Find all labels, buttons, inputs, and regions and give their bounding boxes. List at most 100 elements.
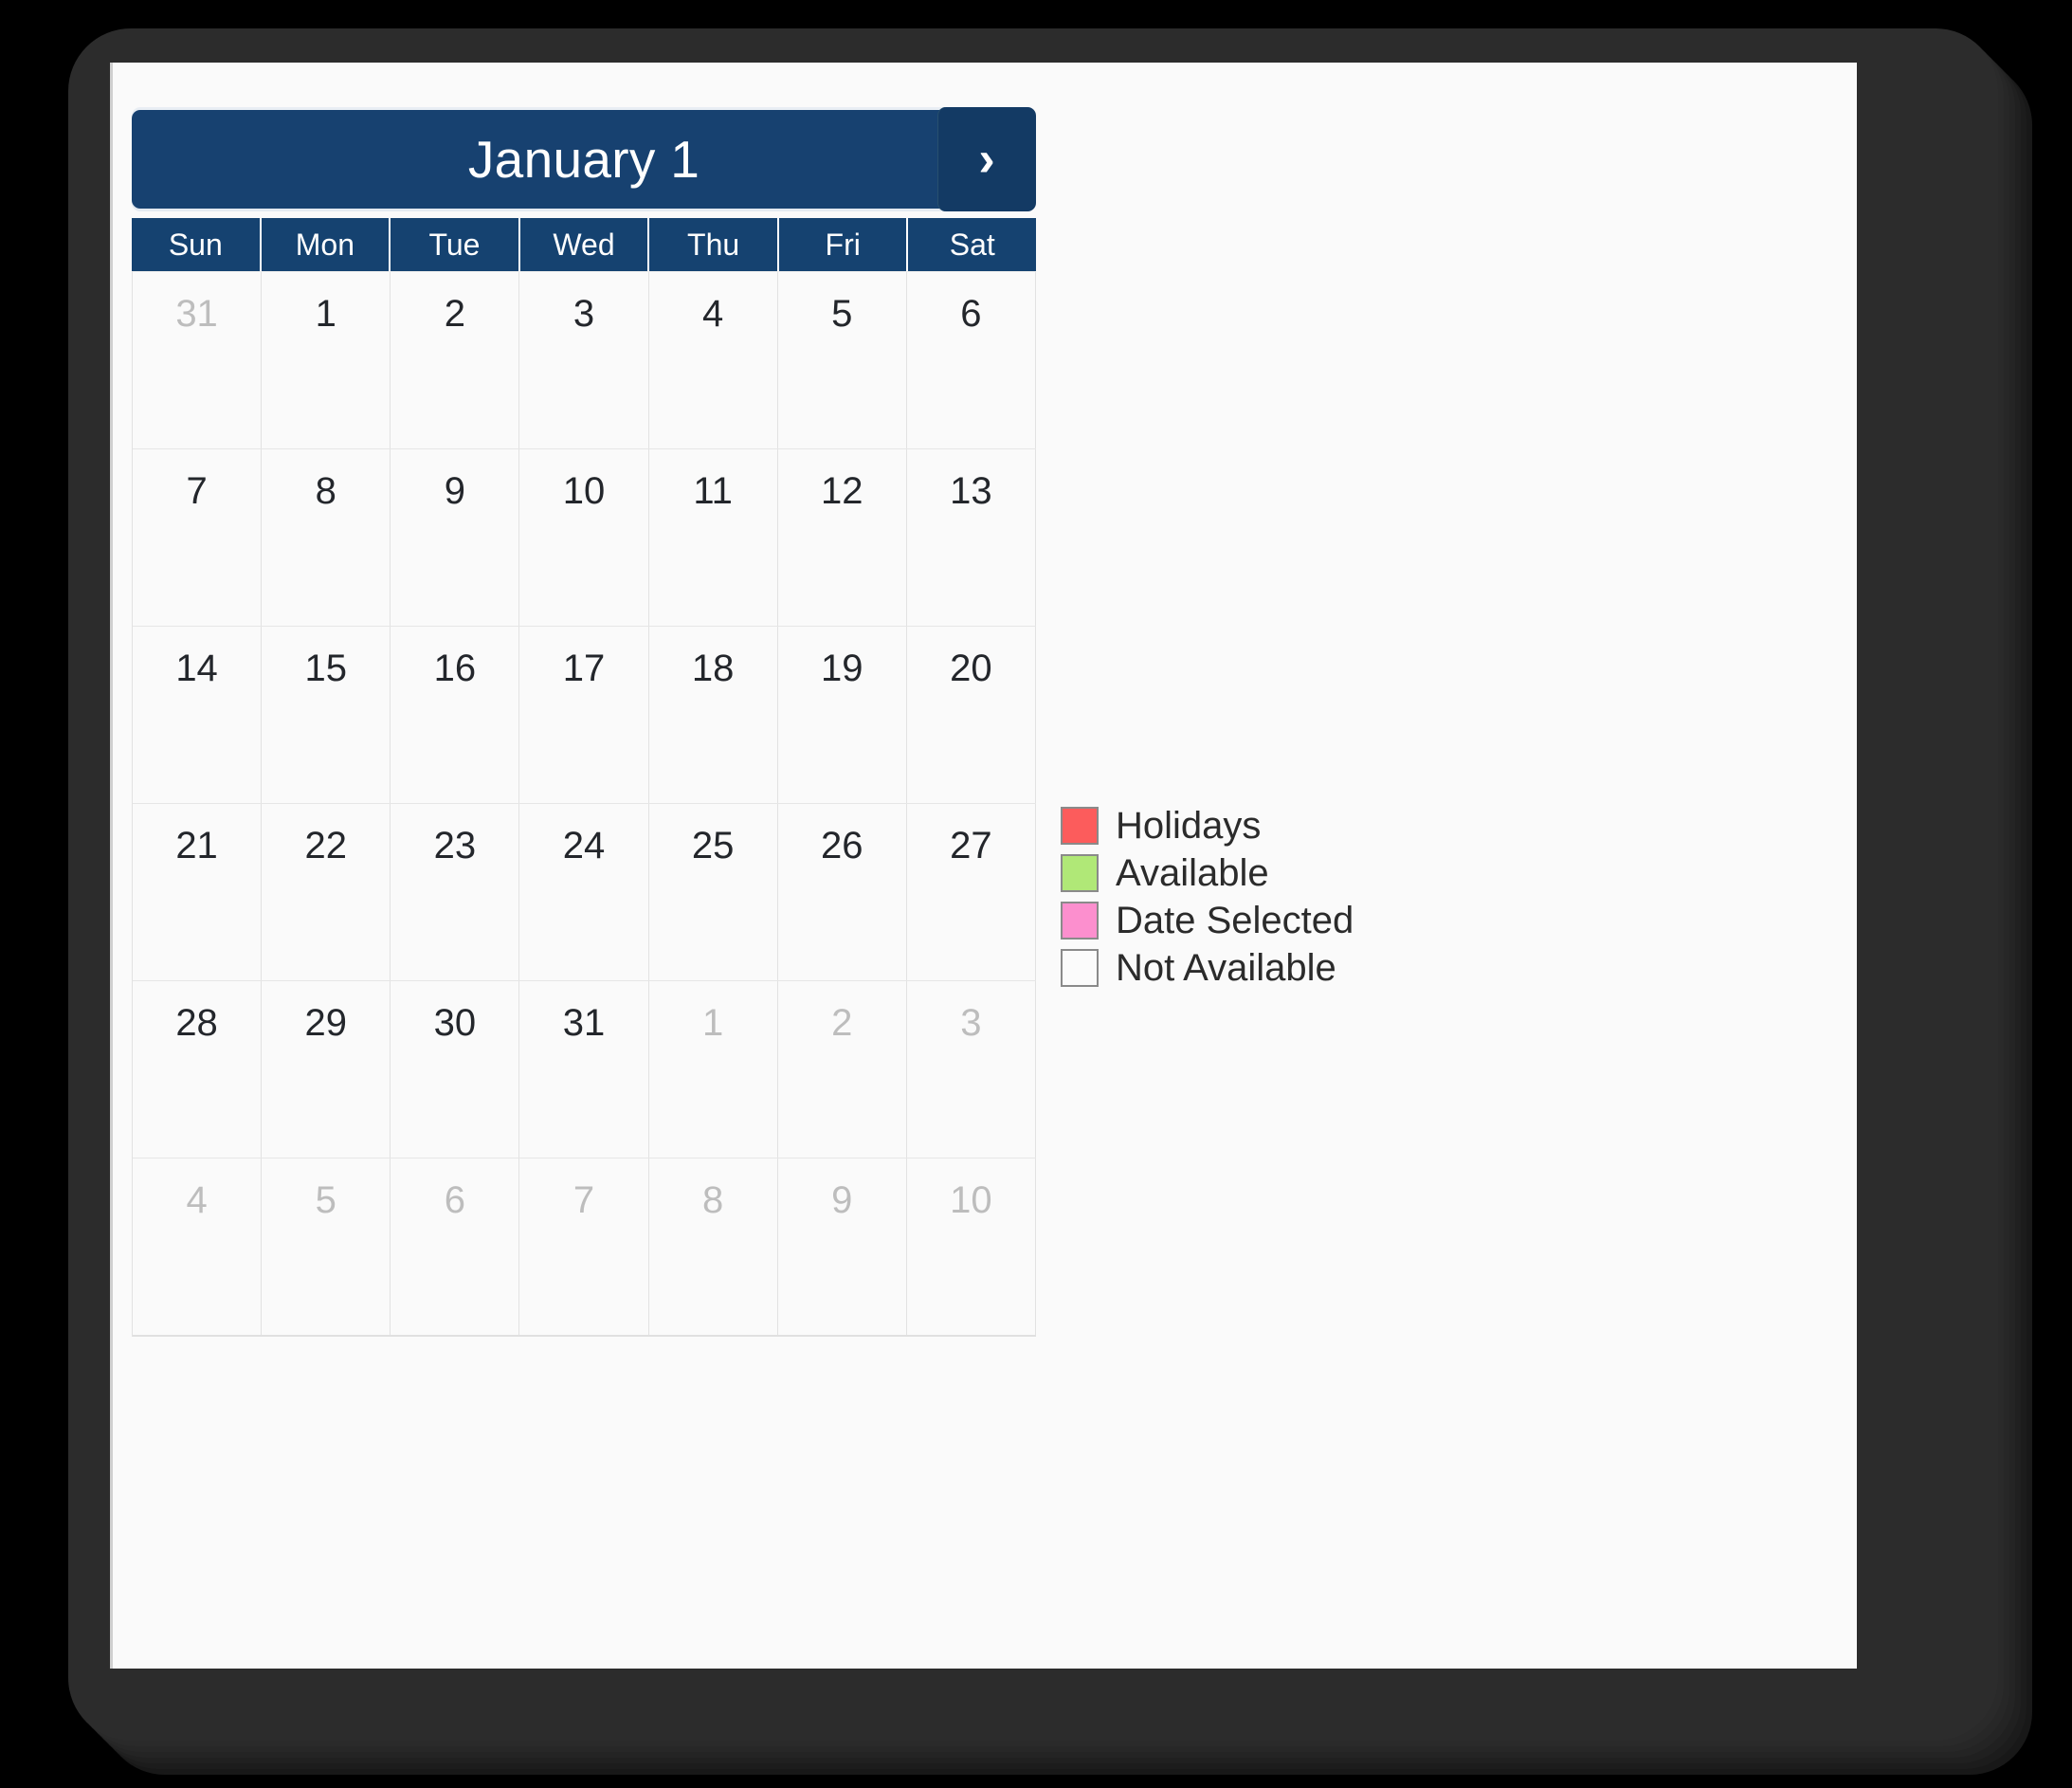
calendar-day-cell[interactable]: 25	[648, 804, 778, 980]
day-number: 19	[821, 648, 863, 689]
day-number: 15	[304, 648, 347, 689]
weekday-header-fri: Fri	[778, 218, 909, 271]
legend-item: Date Selected	[1061, 897, 1554, 944]
weekday-header-sun: Sun	[132, 218, 262, 271]
calendar-day-cell[interactable]: 1	[648, 981, 778, 1158]
calendar-day-cell[interactable]: 13	[906, 449, 1036, 626]
day-number: 28	[175, 1002, 218, 1044]
day-number: 23	[433, 825, 477, 867]
calendar-day-cell[interactable]: 23	[391, 804, 520, 980]
next-month-button[interactable]: ›	[937, 107, 1036, 211]
page-surface: January 1 › Sun Mon Tue Wed Thu Fri Sat 31 1 2 3 4…	[110, 63, 1857, 1669]
day-number: 4	[186, 1179, 208, 1221]
calendar-day-cell[interactable]: 3	[519, 272, 649, 448]
calendar-week-row: 7 8 9 10 11 12 13	[133, 449, 1036, 627]
calendar-day-cell[interactable]: 6	[391, 1159, 520, 1335]
calendar-day-cell[interactable]: 10	[519, 449, 649, 626]
day-number: 24	[562, 825, 606, 867]
calendar-week-row: 4 5 6 7 8 9 10	[133, 1159, 1036, 1337]
day-number: 2	[444, 293, 465, 335]
calendar-day-cell[interactable]: 2	[391, 272, 520, 448]
calendar-day-cell[interactable]: 5	[777, 272, 907, 448]
day-number: 17	[562, 648, 606, 689]
legend-color-swatch	[1061, 854, 1099, 892]
calendar-day-cell[interactable]: 8	[262, 449, 391, 626]
weekday-header-mon: Mon	[261, 218, 391, 271]
calendar-day-cell[interactable]: 9	[391, 449, 520, 626]
calendar-week-row: 14 15 16 17 18 19 20	[133, 627, 1036, 804]
legend-color-swatch	[1061, 807, 1099, 845]
calendar-day-cell[interactable]: 8	[648, 1159, 778, 1335]
calendar-day-cell[interactable]: 26	[777, 804, 907, 980]
calendar-week-row: 28 29 30 31 1 2 3	[133, 981, 1036, 1159]
calendar-day-cell[interactable]: 30	[391, 981, 520, 1158]
weekday-header-row: Sun Mon Tue Wed Thu Fri Sat	[132, 218, 1037, 271]
calendar-day-cell[interactable]: 19	[777, 627, 907, 803]
day-number: 1	[702, 1002, 724, 1044]
day-number: 5	[315, 1179, 336, 1221]
day-number: 3	[960, 1002, 982, 1044]
calendar-day-cell[interactable]: 4	[648, 272, 778, 448]
calendar-day-cell[interactable]: 14	[133, 627, 263, 803]
calendar-day-cell[interactable]: 3	[906, 981, 1036, 1158]
calendar-day-cell[interactable]: 28	[133, 981, 263, 1158]
day-number: 30	[433, 1002, 477, 1044]
calendar-day-cell[interactable]: 2	[777, 981, 907, 1158]
calendar-day-cell[interactable]: 10	[906, 1159, 1036, 1335]
calendar-legend: Holidays Available Date Selected Not Availa…	[1061, 802, 1554, 992]
calendar-day-cell[interactable]: 29	[262, 981, 391, 1158]
calendar-day-cell[interactable]: 7	[519, 1159, 649, 1335]
calendar-day-cell[interactable]: 12	[777, 449, 907, 626]
day-number: 1	[315, 293, 336, 335]
calendar-day-cell[interactable]: 15	[262, 627, 391, 803]
day-number: 7	[573, 1179, 595, 1221]
calendar-day-cell[interactable]: 21	[133, 804, 263, 980]
day-number: 18	[691, 648, 735, 689]
day-number: 20	[950, 648, 992, 689]
day-number: 16	[433, 648, 477, 689]
calendar-day-cell[interactable]: 24	[519, 804, 649, 980]
day-number: 5	[831, 293, 853, 335]
legend-item: Not Available	[1061, 944, 1554, 992]
calendar-day-cell[interactable]: 5	[262, 1159, 391, 1335]
calendar-day-cell[interactable]: 22	[262, 804, 391, 980]
day-number: 27	[950, 825, 992, 867]
calendar-day-cell[interactable]: 9	[777, 1159, 907, 1335]
legend-label: Available	[1116, 851, 1269, 894]
day-number: 2	[831, 1002, 853, 1044]
legend-item: Available	[1061, 849, 1554, 897]
calendar-day-cell[interactable]: 11	[648, 449, 778, 626]
day-number: 14	[175, 648, 218, 689]
weekday-header-wed: Wed	[519, 218, 650, 271]
weekday-header-sat: Sat	[908, 218, 1037, 271]
calendar-day-cell[interactable]: 1	[262, 272, 391, 448]
day-number: 29	[304, 1002, 347, 1044]
weekday-header-thu: Thu	[649, 218, 779, 271]
calendar-day-cell[interactable]: 18	[648, 627, 778, 803]
legend-item: Holidays	[1061, 802, 1554, 849]
legend-label: Holidays	[1116, 804, 1262, 847]
day-number: 13	[950, 470, 992, 512]
day-number: 10	[950, 1179, 992, 1221]
day-number: 8	[315, 470, 336, 512]
calendar-day-cell[interactable]: 17	[519, 627, 649, 803]
legend-label: Date Selected	[1116, 899, 1354, 941]
day-number: 4	[702, 293, 724, 335]
calendar-day-cell[interactable]: 31	[519, 981, 649, 1158]
legend-label: Not Available	[1116, 946, 1336, 989]
day-number: 25	[691, 825, 735, 867]
calendar-day-cell[interactable]: 7	[133, 449, 263, 626]
calendar-day-cell[interactable]: 31	[133, 272, 263, 448]
calendar-day-cell[interactable]: 6	[906, 272, 1036, 448]
calendar-day-grid: 31 1 2 3 4 5 6 7 8 9 10 11 12 13 14 15 16 17 18 19 20 21 22 23 2…	[132, 271, 1036, 1337]
calendar-day-cell[interactable]: 4	[133, 1159, 263, 1335]
calendar-day-cell[interactable]: 16	[391, 627, 520, 803]
calendar-day-cell[interactable]: 20	[906, 627, 1036, 803]
day-number: 31	[175, 293, 218, 335]
weekday-header-tue: Tue	[391, 218, 520, 271]
calendar-week-row: 31 1 2 3 4 5 6	[133, 272, 1036, 449]
calendar-day-cell[interactable]: 27	[906, 804, 1036, 980]
calendar-header: January 1 ›	[132, 107, 1036, 211]
calendar-widget: January 1 › Sun Mon Tue Wed Thu Fri Sat 31 1 2 3 4…	[132, 107, 1037, 1337]
chevron-right-icon: ›	[978, 132, 995, 187]
